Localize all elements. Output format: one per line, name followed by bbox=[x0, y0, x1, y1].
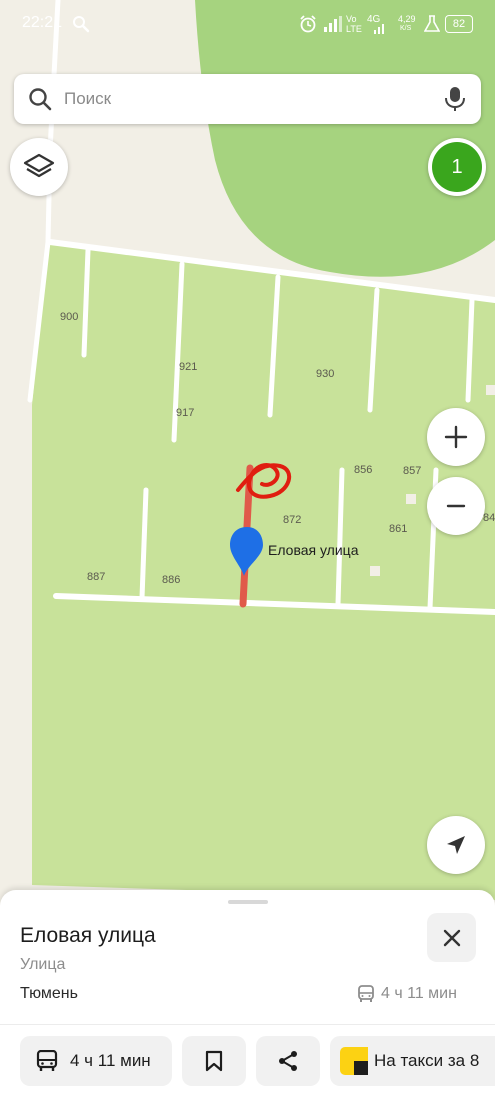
place-title: Еловая улица bbox=[20, 924, 156, 947]
transit-time: 4 ч 11 мин bbox=[381, 985, 457, 1002]
search-input[interactable]: Поиск bbox=[64, 89, 111, 109]
search-icon bbox=[29, 88, 52, 111]
share-icon bbox=[279, 1051, 297, 1071]
bus-icon bbox=[358, 985, 374, 1002]
close-button[interactable] bbox=[427, 913, 476, 962]
taxi-icon bbox=[340, 1047, 368, 1075]
bookmark-button[interactable] bbox=[182, 1036, 246, 1086]
route-button[interactable]: 4 ч 11 мин bbox=[20, 1036, 172, 1086]
plot-number: 84 bbox=[483, 512, 495, 524]
layers-icon bbox=[23, 153, 55, 178]
search-bar[interactable]: Поиск bbox=[14, 74, 481, 124]
sheet-handle[interactable] bbox=[228, 900, 268, 904]
my-location-button[interactable] bbox=[427, 816, 485, 874]
zoom-in-button[interactable] bbox=[427, 408, 485, 466]
plot-number: 921 bbox=[179, 361, 198, 373]
bus-icon bbox=[36, 1050, 58, 1071]
network-label: Vo LTE bbox=[346, 14, 362, 34]
microphone-icon[interactable] bbox=[444, 86, 466, 112]
route-time: 4 ч 11 мин bbox=[70, 1051, 151, 1070]
status-bar: 22:21 Vo LTE 4G 4,29 K/S 82 bbox=[0, 0, 495, 50]
plot-number: 861 bbox=[389, 523, 408, 535]
speed-unit: K/S bbox=[400, 25, 412, 32]
plot-number: 886 bbox=[162, 574, 181, 586]
taxi-label: На такси за 8 bbox=[374, 1051, 480, 1070]
zoom-out-icon bbox=[446, 504, 466, 508]
profile-badge-button[interactable]: 1 bbox=[428, 138, 486, 196]
share-button[interactable] bbox=[256, 1036, 320, 1086]
alarm-icon bbox=[300, 15, 316, 33]
zoom-out-button[interactable] bbox=[427, 477, 485, 535]
badge-count: 1 bbox=[432, 142, 482, 192]
location-arrow-icon bbox=[447, 836, 465, 854]
plot-number: 887 bbox=[87, 571, 106, 583]
street-label[interactable]: Еловая улица bbox=[268, 542, 358, 558]
plot-number: 857 bbox=[403, 465, 422, 477]
transit-info: 4 ч 11 мин bbox=[357, 985, 457, 1003]
divider bbox=[0, 1024, 495, 1025]
layers-button[interactable] bbox=[10, 138, 68, 196]
place-city: Тюмень bbox=[20, 985, 78, 1002]
bookmark-icon bbox=[205, 1050, 223, 1072]
place-card[interactable]: Еловая улица Улица Тюмень 4 ч 11 мин 4 ч… bbox=[0, 890, 495, 1100]
status-time: 22:21 bbox=[22, 14, 63, 31]
plot-number: 900 bbox=[60, 311, 79, 323]
flask-icon bbox=[424, 15, 440, 32]
plot-number: 930 bbox=[316, 368, 335, 380]
plot-number: 917 bbox=[176, 407, 195, 419]
map-view[interactable]: 900 921 917 930 856 857 872 861 887 886 … bbox=[0, 0, 495, 900]
signal-small-icon bbox=[374, 24, 384, 34]
plot-number: 872 bbox=[283, 514, 302, 526]
signal-icon bbox=[324, 16, 342, 32]
zoom-in-icon bbox=[444, 425, 468, 449]
map-canvas[interactable] bbox=[0, 0, 495, 900]
battery-indicator: 82 bbox=[445, 15, 473, 33]
speed-value: 4,29 bbox=[398, 14, 416, 24]
search-icon bbox=[73, 16, 90, 33]
plot-number: 856 bbox=[354, 464, 373, 476]
close-icon bbox=[443, 929, 460, 946]
taxi-button[interactable]: На такси за 8 bbox=[330, 1036, 495, 1086]
place-subtitle: Улица bbox=[20, 956, 66, 973]
